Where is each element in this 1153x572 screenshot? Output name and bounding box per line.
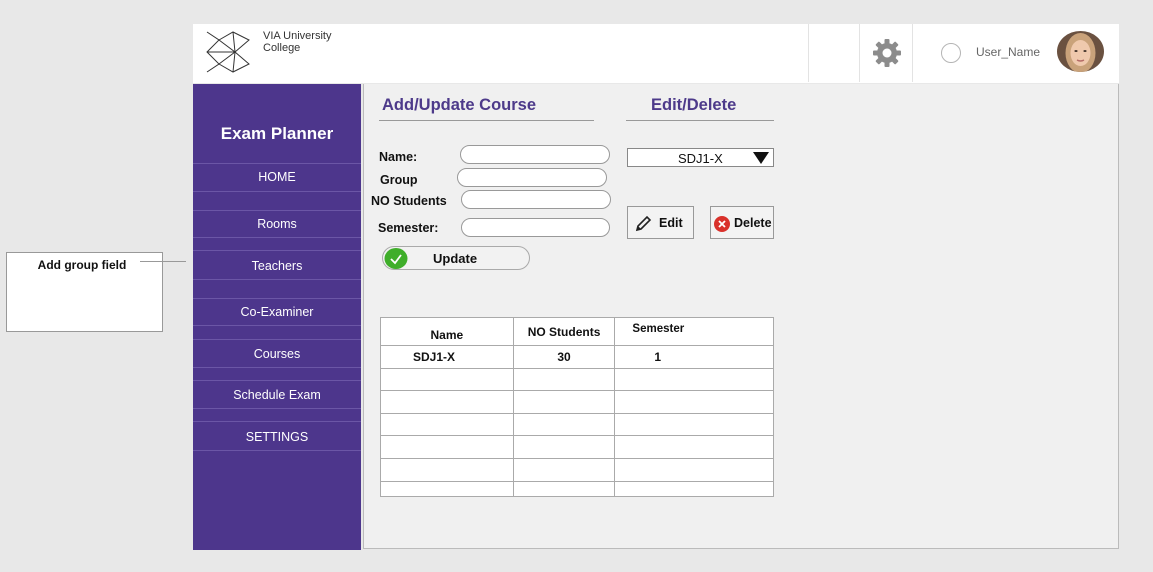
nav-divider [193, 380, 361, 381]
delete-button[interactable]: Delete [710, 206, 774, 239]
name-label: Name: [379, 150, 418, 164]
table-cell-semester [614, 480, 774, 497]
nav-divider [193, 421, 361, 422]
brand-line-2: College [263, 42, 301, 54]
heading-underline [626, 120, 774, 121]
table-row[interactable] [380, 457, 774, 482]
header-divider [859, 24, 860, 82]
delete-icon [714, 216, 730, 232]
annotation-text: Add group field [37, 258, 127, 272]
delete-button-label: Delete [734, 216, 772, 230]
nav-divider [193, 325, 361, 326]
username-label[interactable]: User_Name [976, 45, 1040, 59]
table-row[interactable]: SDJ1-X 30 1 [380, 345, 774, 369]
course-select-value: SDJ1-X [678, 151, 723, 166]
pencil-icon [635, 215, 652, 232]
table-cell-name [380, 480, 514, 497]
table-cell-name [380, 390, 514, 414]
nav-divider [193, 367, 361, 368]
update-button-label: Update [433, 251, 478, 266]
nav-divider [193, 279, 361, 280]
table-cell-students [512, 367, 616, 392]
table-header-row: Name NO Students Semester [380, 317, 774, 346]
nav-divider [193, 250, 361, 251]
sidebar-item-schedule-exam[interactable]: Schedule Exam [193, 388, 361, 402]
main-panel: Add/Update Course Edit/Delete Name: Grou… [363, 84, 1119, 549]
nav-divider [193, 191, 361, 192]
edit-button[interactable]: Edit [627, 206, 694, 239]
header-divider [808, 24, 809, 82]
sidebar-item-co-examiner[interactable]: Co-Examiner [193, 305, 361, 319]
group-label: Group [380, 173, 418, 187]
column-header-semester: Semester [614, 317, 774, 346]
table-row[interactable] [380, 480, 774, 497]
table-cell-semester [614, 390, 774, 414]
edit-button-label: Edit [659, 216, 683, 230]
nav-divider [193, 210, 361, 211]
table-row[interactable] [380, 435, 774, 459]
column-header-name: Name [380, 317, 514, 346]
table-cell-name [380, 457, 514, 482]
status-indicator [941, 43, 961, 63]
top-bar: VIA University College User_Name [193, 24, 1119, 83]
app-title: Exam Planner [220, 124, 334, 143]
semester-label: Semester: [378, 221, 439, 235]
students-label: NO Students [371, 194, 447, 208]
check-icon [384, 248, 408, 269]
sidebar-item-home[interactable]: HOME [193, 170, 361, 184]
nav-divider [193, 237, 361, 238]
table-row[interactable] [380, 367, 774, 392]
nav-divider [193, 163, 361, 164]
table-cell-students [512, 480, 616, 497]
brand-name: VIA University College [263, 30, 331, 54]
nav-divider [193, 408, 361, 409]
sidebar-item-courses[interactable]: Courses [193, 347, 361, 361]
chevron-down-icon [753, 152, 769, 164]
sidebar-item-settings[interactable]: SETTINGS [193, 430, 361, 444]
table-cell-name [380, 435, 514, 459]
table-cell-name [380, 412, 514, 437]
via-logo-icon [206, 31, 250, 73]
table-cell-semester [614, 435, 774, 459]
table-row[interactable] [380, 412, 774, 437]
courses-table: Name NO Students Semester SDJ1-X 30 1 [380, 317, 774, 497]
course-select[interactable]: SDJ1-X [627, 148, 774, 167]
table-cell-students [512, 435, 616, 459]
semester-field[interactable] [461, 218, 610, 237]
table-cell-semester [614, 457, 774, 482]
app-window: VIA University College User_Name Exam Pl… [193, 24, 1119, 550]
table-row[interactable] [380, 390, 774, 414]
group-field[interactable] [457, 168, 607, 187]
students-field[interactable] [461, 190, 611, 209]
table-cell-name: SDJ1-X [380, 345, 514, 369]
column-header-students: NO Students [512, 317, 616, 346]
sidebar: Exam Planner HOME Rooms Teachers Co-Exam… [193, 84, 361, 550]
table-cell-students [512, 390, 616, 414]
table-cell-semester [614, 367, 774, 392]
nav-divider [193, 298, 361, 299]
edit-delete-heading: Edit/Delete [651, 96, 737, 114]
heading-underline [379, 120, 594, 121]
table-cell-students [512, 457, 616, 482]
nav-divider [193, 339, 361, 340]
table-cell-semester: 1 [614, 345, 774, 369]
annotation-note: Add group field [6, 252, 163, 332]
sidebar-item-rooms[interactable]: Rooms [193, 217, 361, 231]
table-cell-students [512, 412, 616, 437]
annotation-connector [140, 261, 186, 262]
brand-line-1: VIA University [263, 30, 332, 42]
table-cell-students: 30 [512, 345, 616, 369]
nav-divider [193, 450, 361, 451]
table-cell-name [380, 367, 514, 392]
user-avatar[interactable] [1057, 31, 1104, 72]
sidebar-item-teachers[interactable]: Teachers [193, 259, 361, 273]
header-divider [912, 24, 913, 82]
add-update-heading: Add/Update Course [382, 96, 537, 114]
update-button[interactable]: Update [382, 246, 530, 270]
gear-icon[interactable] [871, 37, 903, 69]
name-field[interactable] [460, 145, 610, 164]
table-cell-semester [614, 412, 774, 437]
